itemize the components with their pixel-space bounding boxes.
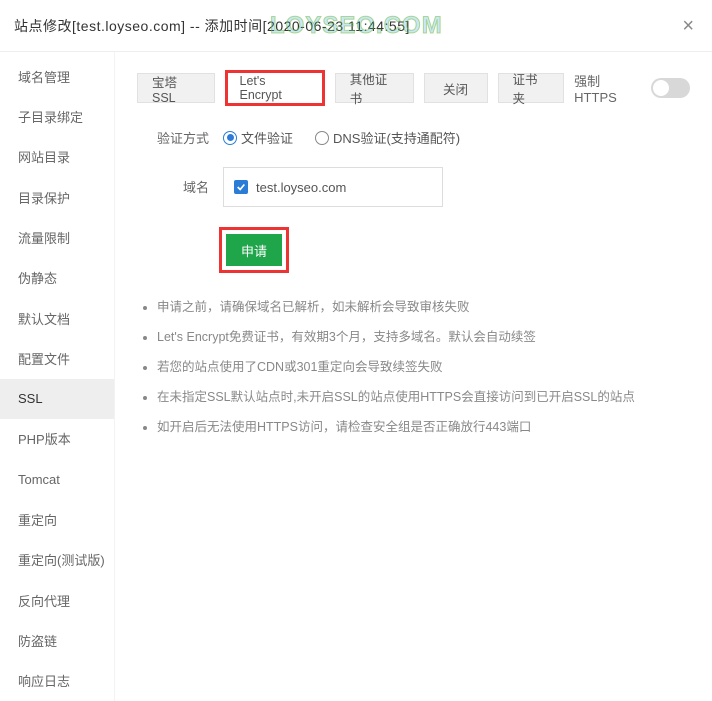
tab-close[interactable]: 关闭 [424,73,488,103]
domain-list[interactable]: test.loyseo.com [223,167,443,207]
sidebar-item-default-doc[interactable]: 默认文档 [0,298,114,338]
sidebar-item-sitedir[interactable]: 网站目录 [0,137,114,177]
sidebar-item-domain[interactable]: 域名管理 [0,56,114,96]
close-icon[interactable]: × [682,16,694,36]
force-https-row: 强制HTTPS [574,71,690,105]
tab-other-cert[interactable]: 其他证书 [335,73,414,103]
site-settings-modal: 站点修改[test.loyseo.com] -- 添加时间[2020-06-23… [0,0,712,701]
sidebar: 域名管理 子目录绑定 网站目录 目录保护 流量限制 伪静态 默认文档 配置文件 … [0,52,115,701]
sidebar-item-proxy[interactable]: 反向代理 [0,580,114,620]
verify-radio-group: 文件验证 DNS验证(支持通配符) [223,128,460,147]
tab-lets-encrypt[interactable]: Let's Encrypt [225,70,325,106]
checkbox-icon[interactable] [234,180,248,194]
verify-label: 验证方式 [137,128,223,147]
note-item: 若您的站点使用了CDN或301重定向会导致续签失败 [157,357,690,377]
sidebar-item-php[interactable]: PHP版本 [0,419,114,459]
sidebar-item-rewrite[interactable]: 伪静态 [0,258,114,298]
domain-row: 域名 test.loyseo.com [137,167,690,207]
radio-icon [315,131,329,145]
sidebar-item-config[interactable]: 配置文件 [0,338,114,378]
sidebar-item-hotlink[interactable]: 防盗链 [0,620,114,660]
sidebar-item-subdir[interactable]: 子目录绑定 [0,96,114,136]
domain-value: test.loyseo.com [256,180,346,195]
sidebar-item-traffic[interactable]: 流量限制 [0,217,114,257]
ssl-tabs: 宝塔SSL Let's Encrypt 其他证书 关闭 证书夹 强制HTTPS [137,70,690,106]
apply-highlight: 申请 [219,227,289,273]
sidebar-item-redirect[interactable]: 重定向 [0,499,114,539]
note-item: Let's Encrypt免费证书，有效期3个月，支持多域名。默认会自动续签 [157,327,690,347]
radio-file-verify[interactable]: 文件验证 [223,128,293,147]
sidebar-item-dirprotect[interactable]: 目录保护 [0,177,114,217]
sidebar-item-tomcat[interactable]: Tomcat [0,459,114,499]
info-notes: 申请之前，请确保域名已解析，如未解析会导致审核失败 Let's Encrypt免… [137,297,690,437]
radio-icon [223,131,237,145]
domain-label: 域名 [137,167,223,196]
modal-title: 站点修改[test.loyseo.com] -- 添加时间[2020-06-23… [14,16,410,36]
note-item: 申请之前，请确保域名已解析，如未解析会导致审核失败 [157,297,690,317]
apply-button[interactable]: 申请 [226,234,282,266]
ssl-panel: 宝塔SSL Let's Encrypt 其他证书 关闭 证书夹 强制HTTPS … [115,52,712,701]
modal-body: 域名管理 子目录绑定 网站目录 目录保护 流量限制 伪静态 默认文档 配置文件 … [0,52,712,701]
radio-dns-verify[interactable]: DNS验证(支持通配符) [315,128,460,147]
verify-row: 验证方式 文件验证 DNS验证(支持通配符) [137,128,690,147]
note-item: 在未指定SSL默认站点时,未开启SSL的站点使用HTTPS会直接访问到已开启SS… [157,387,690,407]
radio-label: DNS验证(支持通配符) [333,128,460,147]
force-https-label: 强制HTTPS [574,71,641,105]
tab-cert-folder[interactable]: 证书夹 [498,73,565,103]
radio-label: 文件验证 [241,128,293,147]
note-item: 如开启后无法使用HTTPS访问，请检查安全组是否正确放行443端口 [157,417,690,437]
sidebar-item-redirect-beta[interactable]: 重定向(测试版) [0,540,114,580]
sidebar-item-ssl[interactable]: SSL [0,379,114,419]
tab-bt-ssl[interactable]: 宝塔SSL [137,73,215,103]
sidebar-item-log[interactable]: 响应日志 [0,661,114,701]
force-https-toggle[interactable] [651,78,690,98]
modal-header: 站点修改[test.loyseo.com] -- 添加时间[2020-06-23… [0,0,712,52]
